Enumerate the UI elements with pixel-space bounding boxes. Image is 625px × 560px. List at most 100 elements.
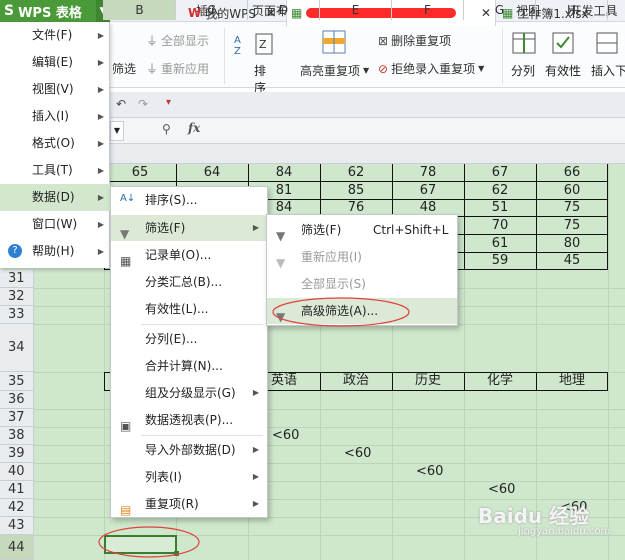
table-cell[interactable]: 59 [464,252,536,270]
table-cell[interactable]: 64 [176,164,248,182]
criteria-header-cell[interactable]: 历史 [392,372,464,390]
chevron-right-icon: ▶ [97,247,104,256]
sort-icon: A↓ [120,193,136,204]
reject-duplicates-button[interactable]: ⊘ 拒绝录入重复项 ▼ [378,60,484,77]
table-cell[interactable]: 67 [464,164,536,182]
chevron-right-icon: ▶ [97,220,104,229]
menu-item-data[interactable]: 数据(D) ▶ [0,184,110,211]
row-header[interactable]: 36 [0,391,34,409]
row-header[interactable]: 31 [0,270,34,288]
criteria-header-cell[interactable]: 化学 [464,372,536,390]
row-header[interactable]: 33 [0,306,34,324]
menu-item-consolidate[interactable]: 合并计算(N)... [111,353,267,379]
watermark-url: jingyan.baidu.com [518,526,611,537]
menu-item-list[interactable]: 列表(I) ▶ [111,464,267,490]
menu-item-edit[interactable]: 编辑(E) ▶ [0,49,110,76]
show-all-button[interactable]: ⏚ 全部显示 [146,32,209,49]
reject-duplicates-icon: ⊘ [378,61,389,76]
criteria-header-cell[interactable]: 地理 [536,372,608,390]
column-header[interactable]: C [176,0,248,20]
row-header[interactable]: 34 [0,324,34,372]
menu-item-help[interactable]: ? 帮助(H) ▶ [0,238,110,265]
menu-item-label: 帮助(H) [32,244,75,258]
name-box-dropdown[interactable]: ▼ [110,121,124,141]
menu-item-filter[interactable]: ▼ 筛选(F) ▶ [111,215,267,241]
row-header[interactable]: 41 [0,481,34,499]
fx-icon[interactable]: fx [188,121,200,135]
menu-item-import-external[interactable]: 导入外部数据(D) ▶ [111,437,267,463]
table-cell[interactable]: 62 [320,164,392,182]
gridline [608,164,609,560]
table-cell[interactable]: 80 [536,235,608,253]
sort-button[interactable]: A Z Z 排序 [232,30,276,95]
row-header[interactable]: 37 [0,409,34,427]
highlight-duplicates-button[interactable]: 高亮重复项 ▼ [296,30,369,84]
menu-item-reapply[interactable]: ▼ 重新应用(I) [267,244,457,270]
row-header[interactable]: 39 [0,445,34,463]
criteria-header-cell[interactable]: 政治 [320,372,392,390]
svg-text:A: A [234,35,241,46]
undo-icon[interactable]: ↶ [116,97,126,111]
menu-item-file[interactable]: 文件(F) ▶ [0,22,110,49]
row-header[interactable]: 35 [0,372,34,391]
table-cell[interactable]: 51 [464,199,536,217]
table-cell[interactable]: 85 [320,182,392,200]
table-cell[interactable]: 75 [536,217,608,235]
menu-item-sort[interactable]: A↓ 排序(S)... [111,187,267,213]
reapply-button[interactable]: ⏚ 重新应用 [146,60,209,77]
criteria-value-cell[interactable]: <60 [464,481,536,499]
validity-button[interactable]: 有效性 [544,30,584,84]
column-header[interactable] [608,0,625,20]
menu-item-label: 数据(D) [32,190,75,204]
menu-item-tools[interactable]: 工具(T) ▶ [0,157,110,184]
menu-item-subtotal[interactable]: 分类汇总(B)... [111,269,267,295]
criteria-value-cell[interactable]: <60 [320,445,392,463]
zoom-formula-icon[interactable]: ⚲ [162,122,171,136]
sort-label: 排序 [254,64,267,95]
table-cell[interactable]: 78 [392,164,464,182]
insert-dropdown-button[interactable]: 插入下 [590,30,625,84]
menu-item-pivot-table[interactable]: ▣ 数据透视表(P)... [111,407,267,433]
table-cell[interactable]: 66 [536,164,608,182]
column-header[interactable]: F [392,0,464,20]
menu-item-insert[interactable]: 插入(I) ▶ [0,103,110,130]
redo-icon[interactable]: ↷ [138,97,148,111]
table-cell[interactable]: 45 [536,252,608,270]
filter-button[interactable]: 筛选 [112,60,136,77]
row-header[interactable]: 40 [0,463,34,481]
menu-item-validity[interactable]: 有效性(L)... [111,296,267,322]
criteria-value-cell[interactable]: <60 [392,463,464,481]
menu-item-duplicates[interactable]: ▤ 重复项(R) ▶ [111,491,267,517]
menu-item-autofilter[interactable]: ▼ 筛选(F) Ctrl+Shift+L [267,217,457,243]
split-column-button[interactable]: 分列 [508,30,540,84]
column-header[interactable]: D [248,0,320,20]
row-header[interactable]: 32 [0,288,34,306]
remove-duplicates-button[interactable]: ⊠ 删除重复项 [378,32,451,49]
table-cell[interactable]: 60 [536,182,608,200]
table-cell[interactable]: 70 [464,217,536,235]
table-cell[interactable]: 67 [392,182,464,200]
row-header[interactable]: 38 [0,427,34,445]
corner-cell[interactable] [0,0,104,20]
menu-item-record-form[interactable]: ▦ 记录单(O)... [111,242,267,268]
menu-item-view[interactable]: 视图(V) ▶ [0,76,110,103]
table-cell[interactable]: 84 [248,164,320,182]
table-cell[interactable]: 61 [464,235,536,253]
column-header[interactable]: B [104,0,176,20]
menu-item-group-outline[interactable]: 组及分级显示(G) ▶ [111,380,267,406]
column-header[interactable]: G [464,0,536,20]
menu-item-window[interactable]: 窗口(W) ▶ [0,211,110,238]
row-header[interactable]: 42 [0,499,34,517]
table-cell[interactable]: 62 [464,182,536,200]
menu-item-text-to-columns[interactable]: 分列(E)... [111,326,267,352]
ribbon-divider [224,28,225,84]
table-cell[interactable]: 75 [536,199,608,217]
row-header-selected[interactable]: 44 [0,535,34,560]
menu-item-format[interactable]: 格式(O) ▶ [0,130,110,157]
table-cell[interactable]: 65 [104,164,176,182]
column-header[interactable]: E [320,0,392,20]
row-header[interactable]: 43 [0,517,34,535]
help-icon: ? [8,244,22,258]
quick-access-icon[interactable]: ▾ [166,97,171,108]
column-header[interactable]: H [536,0,608,20]
